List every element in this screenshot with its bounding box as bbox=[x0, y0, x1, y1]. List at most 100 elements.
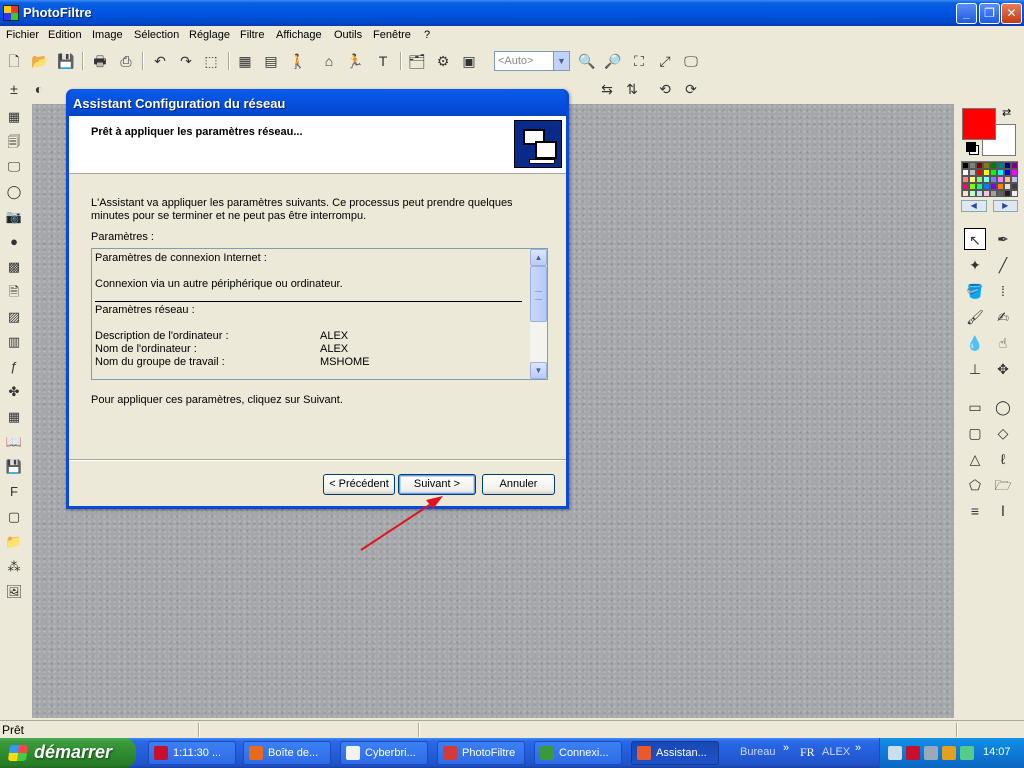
palette-swatch[interactable] bbox=[983, 176, 990, 183]
palette-prev-icon[interactable]: ◀ bbox=[961, 200, 987, 212]
zoom-out-icon[interactable]: 🔎 bbox=[604, 52, 622, 70]
taskbar-item-timer[interactable]: 1:11:30 ... bbox=[148, 741, 236, 765]
palette-swatch[interactable] bbox=[1011, 183, 1018, 190]
lasso-icon[interactable]: ℓ bbox=[992, 448, 1014, 470]
menu-fichier[interactable]: Fichier bbox=[6, 29, 39, 41]
palette-swatch[interactable] bbox=[997, 190, 1004, 197]
chevron-down-icon[interactable]: ▼ bbox=[553, 52, 569, 70]
photofiltre-logo-icon[interactable]: F bbox=[5, 483, 23, 501]
pattern-icon[interactable]: ✥ bbox=[992, 358, 1014, 380]
back-button[interactable]: < Précédent bbox=[323, 474, 395, 495]
texture-icon[interactable]: ▥ bbox=[5, 333, 23, 351]
palette-swatch[interactable] bbox=[962, 176, 969, 183]
swap-colors-icon[interactable]: ⇄ bbox=[1002, 106, 1011, 119]
menu-affichage[interactable]: Affichage bbox=[276, 29, 322, 41]
eyedropper-icon[interactable]: ✒ bbox=[992, 228, 1014, 250]
taskbar-item-assistant[interactable]: Assistan... bbox=[631, 741, 719, 765]
user-toolbar-label[interactable]: ALEX bbox=[822, 746, 850, 758]
palette-swatch[interactable] bbox=[1011, 176, 1018, 183]
palette-swatch[interactable] bbox=[962, 183, 969, 190]
palette-swatch[interactable] bbox=[976, 176, 983, 183]
actual-size-icon[interactable]: ⤢ bbox=[656, 52, 674, 70]
menu-reglage[interactable]: Réglage bbox=[189, 29, 230, 41]
sphere-icon[interactable]: ● bbox=[5, 233, 23, 251]
menu-filtre[interactable]: Filtre bbox=[240, 29, 264, 41]
save-icon[interactable]: 💾 bbox=[57, 52, 75, 70]
open-shape-icon[interactable]: 🗁 bbox=[992, 474, 1014, 496]
palette-swatch[interactable] bbox=[983, 169, 990, 176]
polygon-icon[interactable]: ⬠ bbox=[964, 474, 986, 496]
menu-selection[interactable]: Sélection bbox=[134, 29, 179, 41]
palette-swatch[interactable] bbox=[990, 183, 997, 190]
taskbar-item-connexion[interactable]: Connexi... bbox=[534, 741, 622, 765]
canvas-icon[interactable]: ▤ bbox=[262, 52, 280, 70]
reset-colors-icon[interactable] bbox=[966, 142, 976, 152]
color-palette[interactable] bbox=[961, 161, 1018, 197]
slideshow-icon[interactable]: 🖵 bbox=[682, 52, 700, 70]
palette-swatch[interactable] bbox=[1004, 162, 1011, 169]
zoom-in-icon[interactable]: 🔍 bbox=[578, 52, 596, 70]
circles-icon[interactable]: ⁂ bbox=[5, 558, 23, 576]
walk-icon[interactable]: 🚶 bbox=[289, 52, 307, 70]
mosaic-icon[interactable]: ▩ bbox=[5, 258, 23, 276]
network-tray-icon[interactable] bbox=[888, 746, 902, 760]
grid-icon[interactable]: ▦ bbox=[5, 408, 23, 426]
new-file-icon[interactable]: 🗋 bbox=[5, 52, 23, 70]
fit-window-icon[interactable]: ⛶ bbox=[630, 52, 648, 70]
scroll-down-icon[interactable]: ▼ bbox=[530, 362, 547, 379]
palette-swatch[interactable] bbox=[990, 169, 997, 176]
cancel-button[interactable]: Annuler bbox=[482, 474, 555, 495]
close-button[interactable]: ✕ bbox=[1001, 3, 1022, 24]
next-button[interactable]: Suivant > bbox=[398, 474, 476, 495]
menu-fenetre[interactable]: Fenêtre bbox=[373, 29, 411, 41]
palette-swatch[interactable] bbox=[969, 176, 976, 183]
diamond-shape-icon[interactable]: ◇ bbox=[992, 422, 1014, 444]
rotate-left-icon[interactable]: ⟲ bbox=[656, 80, 674, 98]
monitor-tray-icon[interactable] bbox=[942, 746, 956, 760]
params-scrollbar[interactable]: ▲ ▼ bbox=[530, 249, 547, 379]
desktop-toolbar-label[interactable]: Bureau bbox=[740, 746, 775, 758]
palette-swatch[interactable] bbox=[1011, 162, 1018, 169]
menu-help[interactable]: ? bbox=[424, 29, 430, 41]
scanner-icon[interactable]: ⎙ bbox=[117, 52, 135, 70]
palette-swatch[interactable] bbox=[976, 190, 983, 197]
magic-wand-icon[interactable]: ✦ bbox=[964, 254, 986, 276]
palette-swatch[interactable] bbox=[1004, 190, 1011, 197]
palette-swatch[interactable] bbox=[990, 190, 997, 197]
palette-swatch[interactable] bbox=[983, 183, 990, 190]
palette-swatch[interactable] bbox=[1011, 169, 1018, 176]
scroll-thumb[interactable] bbox=[530, 266, 547, 322]
taskbar-item-cyber[interactable]: Cyberbri... bbox=[340, 741, 428, 765]
rotate-right-icon[interactable]: ⟳ bbox=[682, 80, 700, 98]
save-2000-icon[interactable]: 💾 bbox=[5, 458, 23, 476]
palette-swatch[interactable] bbox=[976, 169, 983, 176]
page-curl-icon[interactable]: 🗎 bbox=[5, 283, 23, 301]
palette-swatch[interactable] bbox=[962, 169, 969, 176]
palette-swatch[interactable] bbox=[1004, 169, 1011, 176]
auto-level-icon[interactable]: ± bbox=[5, 80, 23, 98]
palette-swatch[interactable] bbox=[962, 190, 969, 197]
pointer-tool-icon[interactable]: ↖ bbox=[964, 228, 986, 250]
gradient-icon[interactable]: ▨ bbox=[5, 308, 23, 326]
security-tray-icon[interactable] bbox=[924, 746, 938, 760]
text-tool-icon[interactable]: T bbox=[374, 52, 392, 70]
palette-swatch[interactable] bbox=[976, 162, 983, 169]
minimize-button[interactable]: _ bbox=[956, 3, 977, 24]
palette-swatch[interactable] bbox=[969, 183, 976, 190]
auto-contrast-icon[interactable]: ◐ bbox=[30, 80, 48, 98]
palette-swatch[interactable] bbox=[997, 176, 1004, 183]
book-icon[interactable]: 📖 bbox=[5, 433, 23, 451]
taskbar-item-photofiltre[interactable]: PhotoFiltre bbox=[437, 741, 525, 765]
palette-swatch[interactable] bbox=[997, 162, 1004, 169]
palette-swatch[interactable] bbox=[1011, 190, 1018, 197]
fill-bucket-icon[interactable]: 🪣 bbox=[964, 280, 986, 302]
palette-swatch[interactable] bbox=[962, 162, 969, 169]
chevron-right-icon[interactable]: » bbox=[855, 742, 861, 754]
flip-vertical-icon[interactable]: ⇅ bbox=[623, 80, 641, 98]
menu-outils[interactable]: Outils bbox=[334, 29, 362, 41]
palette-swatch[interactable] bbox=[1004, 176, 1011, 183]
selection-icon[interactable]: ⬚ bbox=[202, 52, 220, 70]
palette-swatch[interactable] bbox=[990, 176, 997, 183]
screen-icon[interactable]: 🖵 bbox=[5, 158, 23, 176]
blur-drop-icon[interactable]: 💧 bbox=[964, 332, 986, 354]
